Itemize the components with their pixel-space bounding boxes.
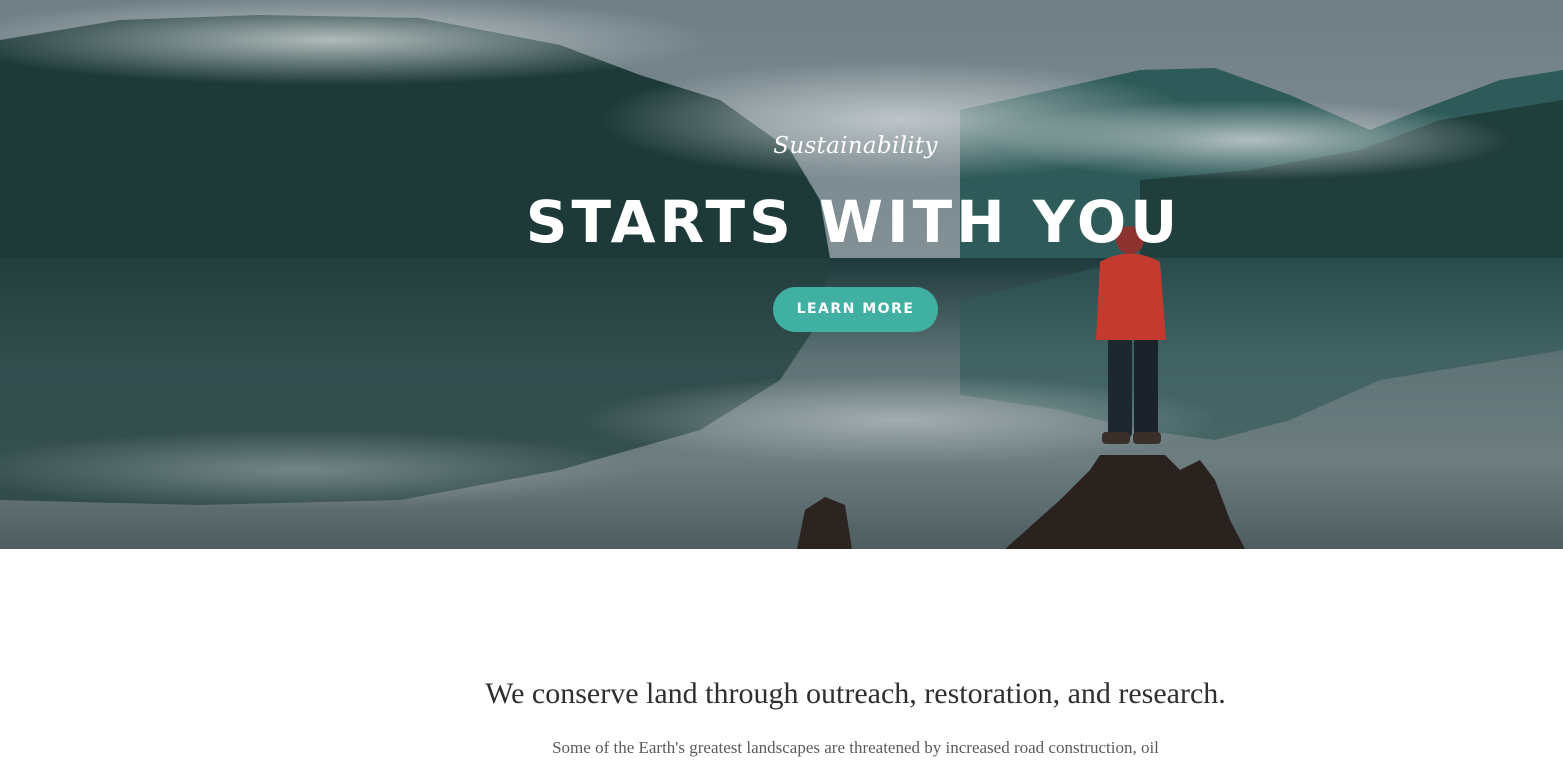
hero-headline: STARTS WITH YOU	[525, 188, 1182, 256]
hero-banner: Sustainability STARTS WITH YOU LEARN MOR…	[0, 0, 1563, 549]
learn-more-button[interactable]: LEARN MORE	[773, 287, 938, 332]
hero-eyebrow: Sustainability	[773, 133, 938, 159]
intro-body: Some of the Earth's greatest landscapes …	[552, 738, 1159, 757]
intro-lead: We conserve land through outreach, resto…	[485, 677, 1226, 710]
hero-landscape-image	[0, 0, 1563, 549]
